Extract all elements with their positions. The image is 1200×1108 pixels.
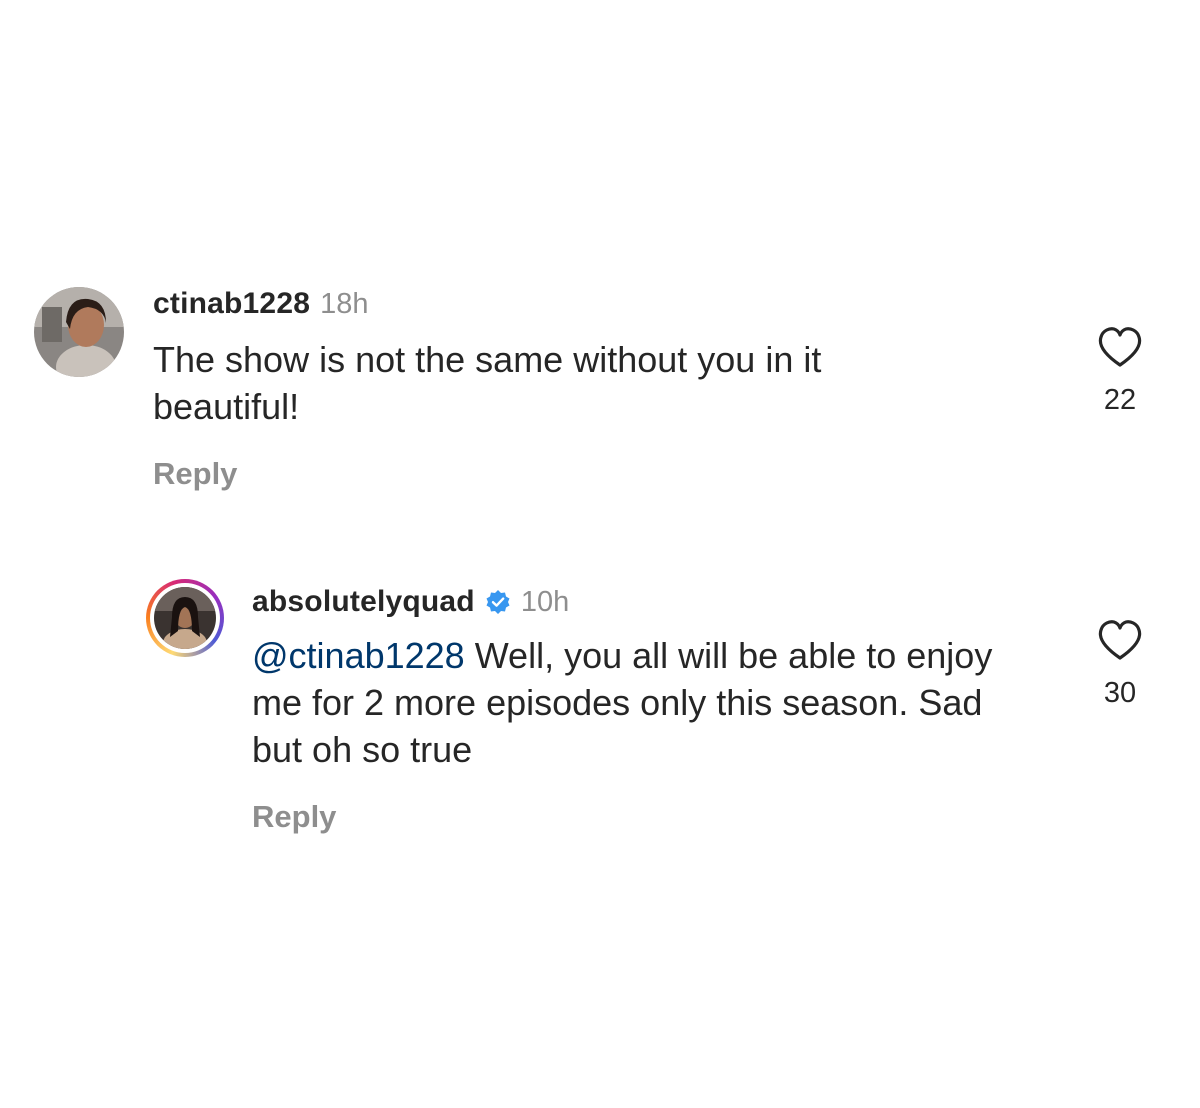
like-control: 30 bbox=[1090, 619, 1150, 710]
like-count: 30 bbox=[1103, 677, 1137, 709]
timestamp: 10h bbox=[520, 585, 570, 618]
mention-link[interactable]: @ctinab1228 bbox=[252, 635, 465, 676]
username[interactable]: absolutelyquad bbox=[252, 585, 475, 619]
comment-text: @ctinab1228 Well, you all will be able t… bbox=[252, 632, 1022, 773]
comment-header: absolutelyquad 10h bbox=[252, 582, 569, 622]
heart-outline-icon[interactable] bbox=[1090, 619, 1150, 661]
reply-comment-item: absolutelyquad 10h @ctinab1228 Well, you… bbox=[0, 0, 1200, 1108]
verified-badge-icon bbox=[485, 589, 511, 615]
avatar[interactable] bbox=[154, 587, 216, 649]
reply-button[interactable]: Reply bbox=[252, 799, 336, 835]
